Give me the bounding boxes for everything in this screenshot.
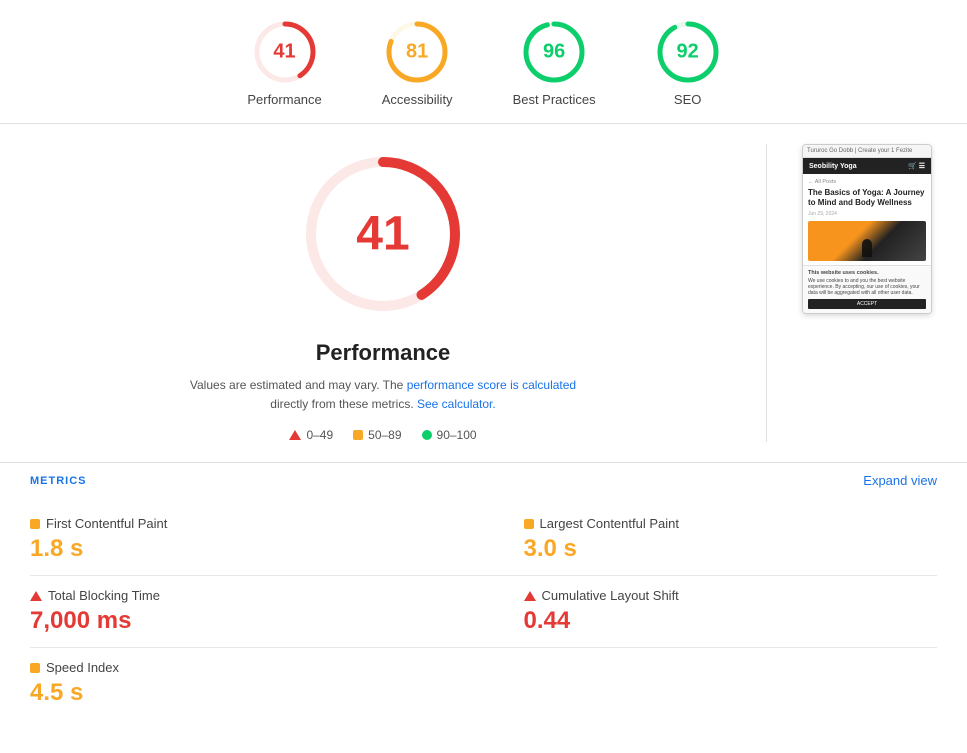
preview-thumbnail: Tururoc Go Dobb | Create your 1 Fezite S… bbox=[802, 144, 932, 314]
orange-square-icon bbox=[353, 430, 363, 440]
fcp-icon bbox=[30, 519, 40, 529]
vertical-divider bbox=[766, 144, 767, 442]
score-label-accessibility: Accessibility bbox=[382, 92, 453, 107]
score-number-seo: 92 bbox=[677, 41, 699, 64]
score-circle-best-practices: 96 bbox=[522, 20, 586, 84]
score-label-performance: Performance bbox=[247, 92, 321, 107]
metrics-grid: First Contentful Paint 1.8 s Largest Con… bbox=[30, 504, 937, 719]
score-circle-accessibility: 81 bbox=[385, 20, 449, 84]
preview-topbar: Tururoc Go Dobb | Create your 1 Fezite bbox=[803, 145, 931, 158]
score-number-performance: 41 bbox=[273, 41, 295, 64]
score-circle-performance: 41 bbox=[253, 20, 317, 84]
preview-body: ← All Posts The Basics of Yoga: A Journe… bbox=[803, 174, 931, 261]
red-triangle-icon bbox=[289, 430, 301, 440]
legend-red: 0–49 bbox=[289, 428, 333, 442]
fcp-label: First Contentful Paint bbox=[46, 516, 167, 531]
metrics-header: METRICS Expand view bbox=[30, 473, 937, 488]
legend: 0–49 50–89 90–100 bbox=[289, 428, 476, 442]
cookie-title: This website uses cookies. bbox=[808, 270, 926, 276]
score-label-seo: SEO bbox=[674, 92, 701, 107]
main-content: 41 Performance Values are estimated and … bbox=[0, 124, 967, 462]
performance-description: Values are estimated and may vary. The p… bbox=[190, 376, 576, 414]
cookie-text: We use cookies to and you the best websi… bbox=[808, 278, 926, 296]
preview-cookie-banner: This website uses cookies. We use cookie… bbox=[803, 265, 931, 313]
metrics-label: METRICS bbox=[30, 475, 87, 487]
cls-icon bbox=[524, 591, 536, 601]
lcp-icon bbox=[524, 519, 534, 529]
desc-text: Values are estimated and may vary. The bbox=[190, 378, 403, 392]
preview-navbar: Seobility Yoga 🛒 ☰ bbox=[803, 158, 931, 174]
score-circle-seo: 92 bbox=[656, 20, 720, 84]
metric-cls: Cumulative Layout Shift 0.44 bbox=[484, 576, 938, 648]
calculator-link[interactable]: See calculator. bbox=[417, 397, 496, 411]
preview-back-link: ← All Posts bbox=[808, 179, 926, 185]
lcp-value: 3.0 s bbox=[524, 535, 938, 563]
silhouette-icon bbox=[862, 239, 872, 257]
big-score-value: 41 bbox=[356, 207, 409, 262]
green-circle-icon bbox=[422, 430, 432, 440]
left-panel: 41 Performance Values are estimated and … bbox=[30, 144, 736, 442]
scores-bar: 41 Performance 81 Accessibility 96 Best … bbox=[0, 0, 967, 124]
score-item-seo[interactable]: 92 SEO bbox=[656, 20, 720, 107]
score-label-best-practices: Best Practices bbox=[513, 92, 596, 107]
si-icon bbox=[30, 663, 40, 673]
tbt-name-row: Total Blocking Time bbox=[30, 588, 444, 603]
lcp-name-row: Largest Contentful Paint bbox=[524, 516, 938, 531]
si-value: 4.5 s bbox=[30, 679, 444, 707]
metric-lcp: Largest Contentful Paint 3.0 s bbox=[484, 504, 938, 576]
metric-si: Speed Index 4.5 s bbox=[30, 648, 484, 719]
si-label: Speed Index bbox=[46, 660, 119, 675]
cls-label: Cumulative Layout Shift bbox=[542, 588, 679, 603]
cls-value: 0.44 bbox=[524, 607, 938, 635]
metric-fcp: First Contentful Paint 1.8 s bbox=[30, 504, 484, 576]
perf-score-link[interactable]: performance score is calculated bbox=[407, 378, 576, 392]
legend-orange: 50–89 bbox=[353, 428, 401, 442]
lcp-label: Largest Contentful Paint bbox=[540, 516, 679, 531]
expand-view-button[interactable]: Expand view bbox=[863, 473, 937, 488]
preview-article-title: The Basics of Yoga: A Journey to Mind an… bbox=[808, 188, 926, 209]
metrics-section: METRICS Expand view First Contentful Pai… bbox=[0, 462, 967, 739]
big-gauge: 41 bbox=[293, 144, 473, 324]
tbt-label: Total Blocking Time bbox=[48, 588, 160, 603]
score-number-best-practices: 96 bbox=[543, 41, 565, 64]
fcp-name-row: First Contentful Paint bbox=[30, 516, 444, 531]
performance-title: Performance bbox=[316, 340, 451, 366]
si-name-row: Speed Index bbox=[30, 660, 444, 675]
cls-name-row: Cumulative Layout Shift bbox=[524, 588, 938, 603]
desc-mid: directly from these metrics. bbox=[270, 397, 413, 411]
score-item-performance[interactable]: 41 Performance bbox=[247, 20, 321, 107]
right-panel: Tururoc Go Dobb | Create your 1 Fezite S… bbox=[797, 144, 937, 442]
preview-hero-image bbox=[808, 221, 926, 261]
tbt-value: 7,000 ms bbox=[30, 607, 444, 635]
score-number-accessibility: 81 bbox=[406, 41, 428, 64]
preview-icons: 🛒 ☰ bbox=[908, 162, 925, 170]
metric-tbt: Total Blocking Time 7,000 ms bbox=[30, 576, 484, 648]
tbt-icon bbox=[30, 591, 42, 601]
preview-brand: Seobility Yoga bbox=[809, 163, 857, 170]
score-item-accessibility[interactable]: 81 Accessibility bbox=[382, 20, 453, 107]
legend-red-range: 0–49 bbox=[306, 428, 333, 442]
accept-button[interactable]: ACCEPT bbox=[808, 299, 926, 309]
preview-article-date: Jun 29, 2024 bbox=[808, 211, 926, 217]
legend-green: 90–100 bbox=[422, 428, 477, 442]
fcp-value: 1.8 s bbox=[30, 535, 444, 563]
score-item-best-practices[interactable]: 96 Best Practices bbox=[513, 20, 596, 107]
legend-orange-range: 50–89 bbox=[368, 428, 401, 442]
legend-green-range: 90–100 bbox=[437, 428, 477, 442]
